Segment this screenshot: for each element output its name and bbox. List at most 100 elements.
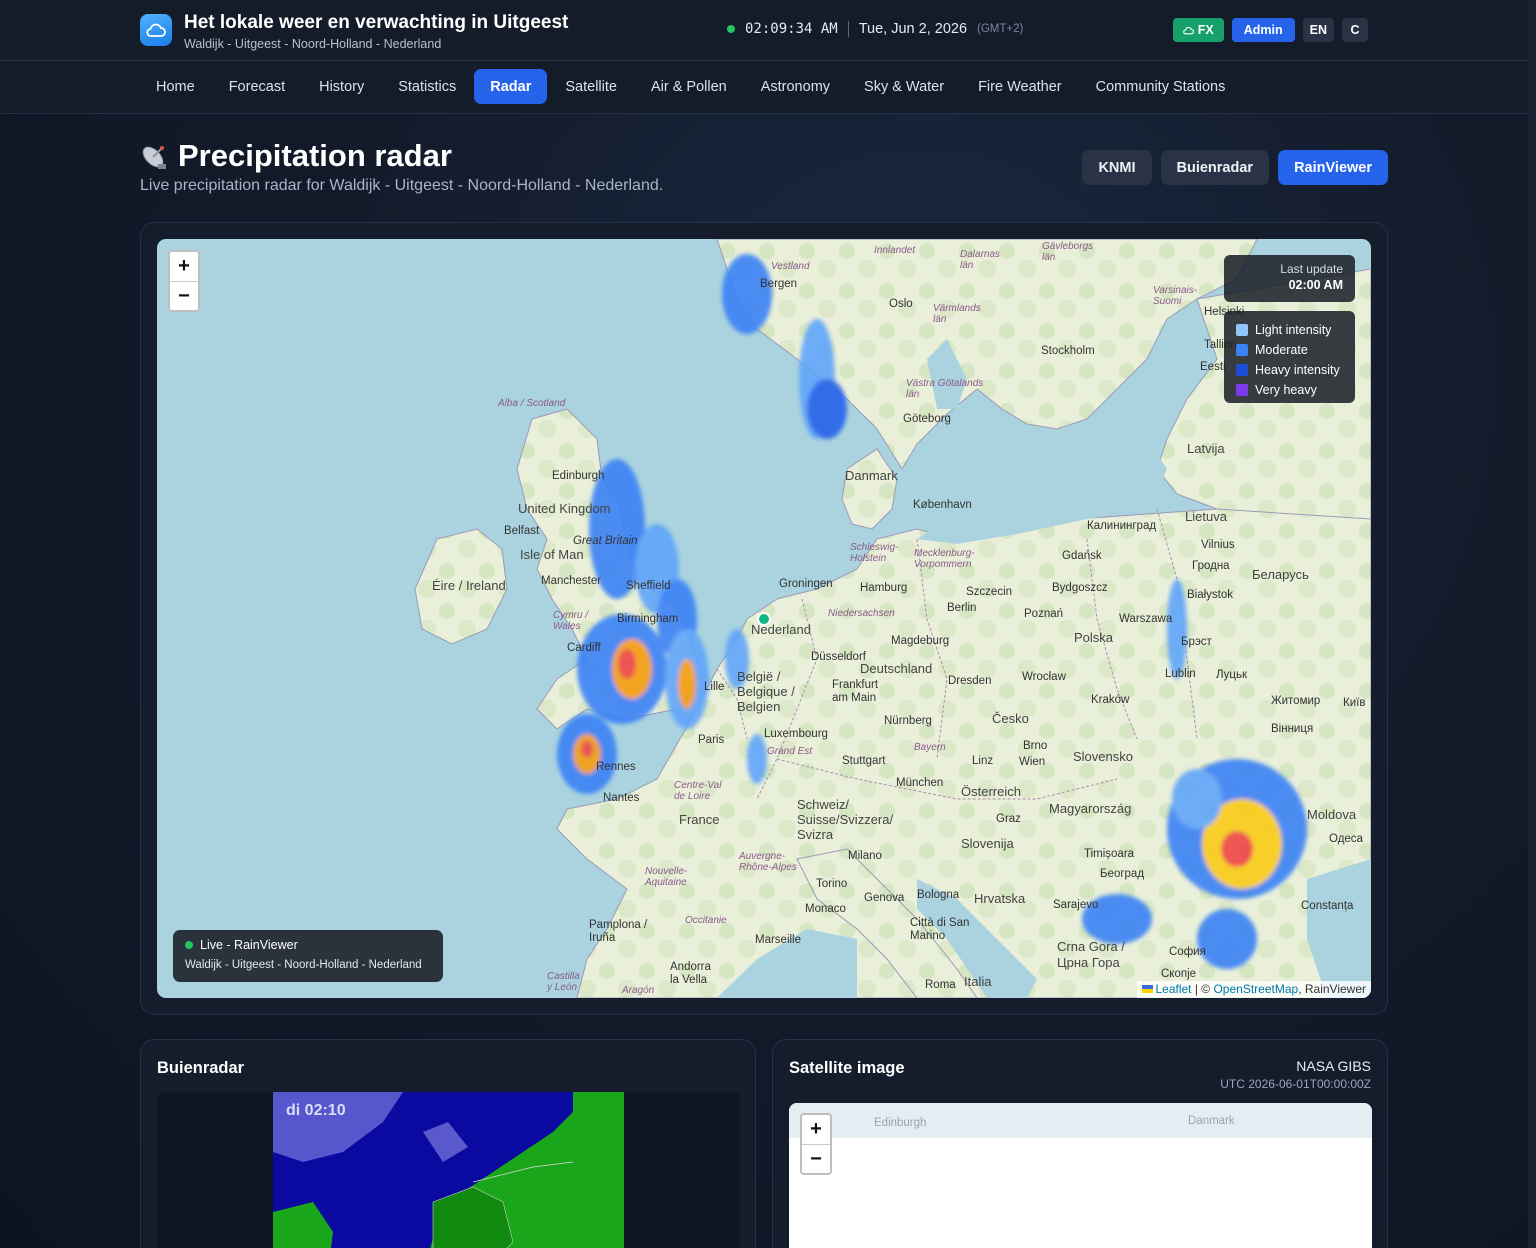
map-label: Lublin — [1165, 668, 1196, 680]
legend-swatch — [1236, 364, 1248, 376]
radar-map[interactable]: Bergen Oslo Stockholm Helsinki Tallinn E… — [157, 239, 1371, 998]
source-rainviewer-button[interactable]: RainViewer — [1278, 150, 1388, 185]
nav-history[interactable]: History — [303, 69, 380, 104]
divider — [847, 21, 849, 37]
map-label: Stockholm — [1041, 345, 1095, 357]
map-attribution: Leaflet | © OpenStreetMap, RainViewer — [1137, 981, 1371, 998]
fx-label: FX — [1197, 23, 1214, 37]
satellite-map[interactable]: Edinburgh Danmark + − — [789, 1103, 1372, 1248]
nav-forecast[interactable]: Forecast — [213, 69, 301, 104]
osm-link[interactable]: OpenStreetMap — [1213, 982, 1298, 996]
timezone: (GMT+2) — [977, 23, 1024, 35]
page-heading: Precipitation radar — [140, 138, 452, 174]
nav-air-pollen[interactable]: Air & Pollen — [635, 69, 743, 104]
map-label: United Kingdom — [518, 501, 611, 516]
map-label: Frankfurt am Main — [832, 679, 879, 704]
zoom-in-button[interactable]: + — [170, 252, 198, 281]
map-label: Гродна — [1192, 560, 1230, 572]
nav-satellite[interactable]: Satellite — [549, 69, 633, 104]
map-label: Rennes — [596, 761, 636, 773]
site-title[interactable]: Het lokale weer en verwachting in Uitgee… — [184, 12, 568, 34]
map-label: Česko — [992, 711, 1029, 726]
map-label: Bologna — [917, 889, 960, 901]
map-label: Брэст — [1181, 636, 1212, 648]
map-region-label: Bayern — [914, 742, 946, 753]
last-update-panel: Last update 02:00 AM — [1224, 255, 1355, 302]
map-region-label: Dalarnas län — [960, 249, 1001, 271]
nav-astronomy[interactable]: Astronomy — [745, 69, 846, 104]
map-base-layer — [414, 239, 1371, 998]
zoom-out-button[interactable]: − — [170, 281, 198, 310]
map-label: Sarajevo — [1053, 899, 1099, 911]
source-buienradar-button[interactable]: Buienradar — [1160, 150, 1270, 185]
leaflet-link[interactable]: Leaflet — [1155, 982, 1191, 996]
nav-fire-weather[interactable]: Fire Weather — [962, 69, 1078, 104]
map-label: Pamplona / Iruña — [589, 919, 648, 944]
map-label: Polska — [1074, 630, 1114, 645]
admin-button[interactable]: Admin — [1231, 18, 1295, 42]
map-label: Калининград — [1087, 520, 1157, 532]
map-label: Manchester — [541, 575, 602, 587]
nav-radar[interactable]: Radar — [474, 69, 548, 104]
map-label: Belfast — [504, 525, 540, 537]
zoom-in-button[interactable]: + — [802, 1115, 830, 1144]
source-knmi-button[interactable]: KNMI — [1082, 150, 1152, 185]
nav-home[interactable]: Home — [140, 69, 211, 104]
page-subtitle: Live precipitation radar for Waldijk - U… — [140, 177, 664, 194]
nav-statistics[interactable]: Statistics — [382, 69, 472, 104]
map-label: France — [679, 812, 720, 827]
map-label: Hamburg — [860, 582, 908, 594]
unit-button[interactable]: C — [1342, 18, 1368, 42]
map-label: Szczecin — [966, 586, 1013, 598]
map-label: België / Belgique / Belgien — [737, 669, 795, 714]
map-region-label: Centre-Val de Loire — [674, 780, 722, 802]
legend-item: Heavy intensity — [1236, 360, 1355, 380]
map-label: Göteborg — [903, 413, 951, 425]
map-region-label: Aragón — [622, 985, 655, 996]
legend-label: Heavy intensity — [1255, 363, 1340, 377]
legend-swatch — [1236, 324, 1248, 336]
map-label: Luxembourg — [764, 728, 828, 740]
page-scrollbar[interactable] — [1528, 0, 1536, 1248]
nav-community-stations[interactable]: Community Stations — [1080, 69, 1242, 104]
map-region-label: Grand Est — [767, 746, 813, 757]
radar-source-tabs: KNMI Buienradar RainViewer — [1082, 150, 1388, 185]
fx-button[interactable]: FX — [1172, 18, 1224, 42]
map-region-label: Mecklenburg-Vorpommern — [914, 548, 975, 570]
clock: 02:09:34 AM Tue, Jun 2, 2026 (GMT+2) — [727, 21, 1023, 37]
legend-item: Very heavy — [1236, 380, 1355, 400]
map-region-label: Niedersachsen — [828, 608, 895, 619]
live-status-dot — [185, 941, 193, 949]
satellite-zoom-control: + − — [800, 1113, 832, 1175]
map-label: Österreich — [961, 784, 1021, 799]
legend-swatch — [1236, 384, 1248, 396]
map-label: Birmingham — [617, 613, 679, 625]
site-location: Waldijk - Uitgeest - Noord-Holland - Ned… — [184, 37, 442, 51]
cloud-logo-icon[interactable] — [140, 14, 172, 46]
map-label: Edinburgh — [874, 1117, 927, 1129]
map-label: Białystok — [1187, 589, 1234, 601]
map-label: Sheffield — [626, 580, 671, 592]
zoom-out-button[interactable]: − — [802, 1144, 830, 1173]
map-label: Isle of Man — [520, 547, 584, 562]
map-label: Milano — [848, 850, 882, 862]
map-label: Cardiff — [567, 642, 601, 654]
map-label: Italia — [964, 974, 992, 989]
map-region-label: Cymru / Wales — [553, 610, 588, 632]
live-source-label: Live - RainViewer — [200, 938, 298, 952]
live-location: Waldijk - Uitgeest - Noord-Holland - Ned… — [185, 959, 422, 971]
map-label: Wien — [1019, 756, 1046, 768]
map-label: Bydgoszcz — [1052, 582, 1108, 594]
map-label: Kraków — [1091, 694, 1130, 706]
map-label: Schweiz/ Suisse/Svizzera/ Svizra — [797, 797, 894, 842]
satellite-source: NASA GIBS — [1296, 1058, 1371, 1074]
map-label: Београд — [1100, 868, 1145, 880]
map-region-label: Castilla y León — [547, 971, 580, 993]
language-button[interactable]: EN — [1302, 18, 1334, 42]
nav-sky-water[interactable]: Sky & Water — [848, 69, 960, 104]
map-label: Éire / Ireland — [432, 578, 506, 593]
current-time: 02:09:34 AM — [745, 21, 838, 37]
map-region-label: Occitanie — [685, 915, 727, 926]
map-label: Crna Gora / Црна Гора — [1057, 939, 1125, 970]
legend-item: Light intensity — [1236, 320, 1355, 340]
